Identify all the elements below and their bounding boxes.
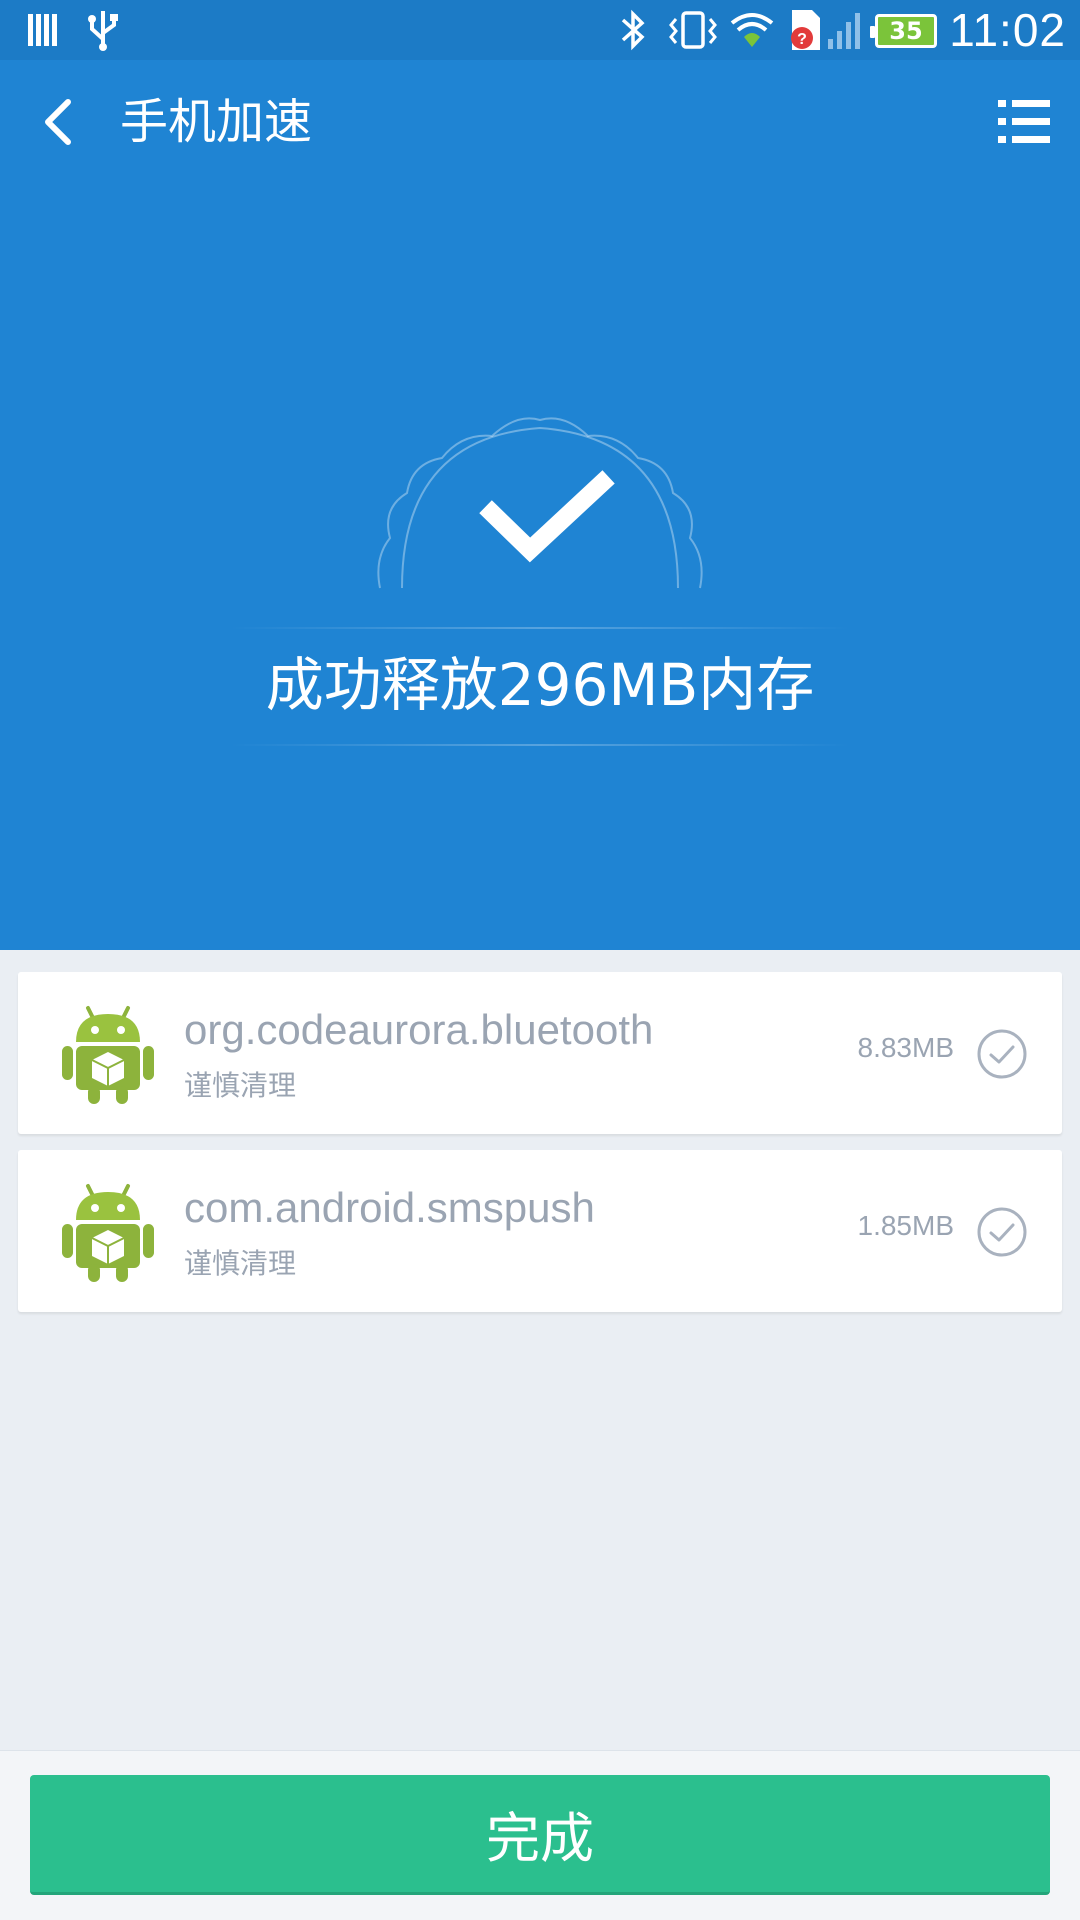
screen: ? 35 11:02 手机加速 成功释放296MB内存 org.codeauro… xyxy=(0,0,1080,1920)
memory-size: 1.85MB xyxy=(857,1210,955,1241)
clean-label: 谨慎清理 xyxy=(184,1247,297,1280)
battery-level: 35 xyxy=(889,17,923,45)
done-button[interactable]: 完成 xyxy=(30,1775,1050,1895)
success-badge xyxy=(372,398,708,598)
footer-bar: 完成 xyxy=(0,1750,1080,1920)
cleaned-app-list: org.codeaurora.bluetooth 谨慎清理 8.83MB com… xyxy=(18,972,1062,1328)
check-icon xyxy=(479,470,615,563)
battery-icon: 35 xyxy=(870,14,937,48)
signal-icon xyxy=(826,0,862,60)
package-name: com.android.smspush xyxy=(184,1184,595,1231)
list-menu-icon xyxy=(998,100,1050,143)
usb-icon xyxy=(86,0,120,60)
page-title: 手机加速 xyxy=(120,94,313,150)
android-app-icon xyxy=(58,1180,158,1284)
back-button[interactable] xyxy=(28,90,92,154)
sim-alert-icon: ? xyxy=(788,0,824,60)
list-item[interactable]: com.android.smspush 谨慎清理 1.85MB xyxy=(18,1150,1062,1312)
app-bar: 手机加速 xyxy=(0,60,1080,185)
memory-size: 8.83MB xyxy=(857,1032,955,1063)
divider xyxy=(230,744,850,746)
back-arrow-icon xyxy=(45,99,71,145)
package-name: org.codeaurora.bluetooth xyxy=(184,1006,654,1053)
check-circle-icon[interactable] xyxy=(976,1028,1028,1080)
vibrate-icon xyxy=(666,0,720,60)
status-bar: ? 35 11:02 xyxy=(0,0,1080,60)
menu-button[interactable] xyxy=(994,92,1054,152)
android-app-icon xyxy=(58,1002,158,1106)
clean-label: 谨慎清理 xyxy=(184,1069,297,1102)
wifi-icon xyxy=(728,0,776,60)
notification-bars-icon xyxy=(26,0,60,60)
bluetooth-icon xyxy=(618,0,648,60)
result-message: 成功释放296MB内存 xyxy=(265,651,815,719)
check-circle-icon[interactable] xyxy=(976,1206,1028,1258)
divider xyxy=(230,627,850,629)
list-item[interactable]: org.codeaurora.bluetooth 谨慎清理 8.83MB xyxy=(18,972,1062,1134)
header-panel: ? 35 11:02 手机加速 成功释放296MB内存 xyxy=(0,0,1080,950)
svg-text:?: ? xyxy=(797,31,807,48)
clock: 11:02 xyxy=(949,4,1066,56)
